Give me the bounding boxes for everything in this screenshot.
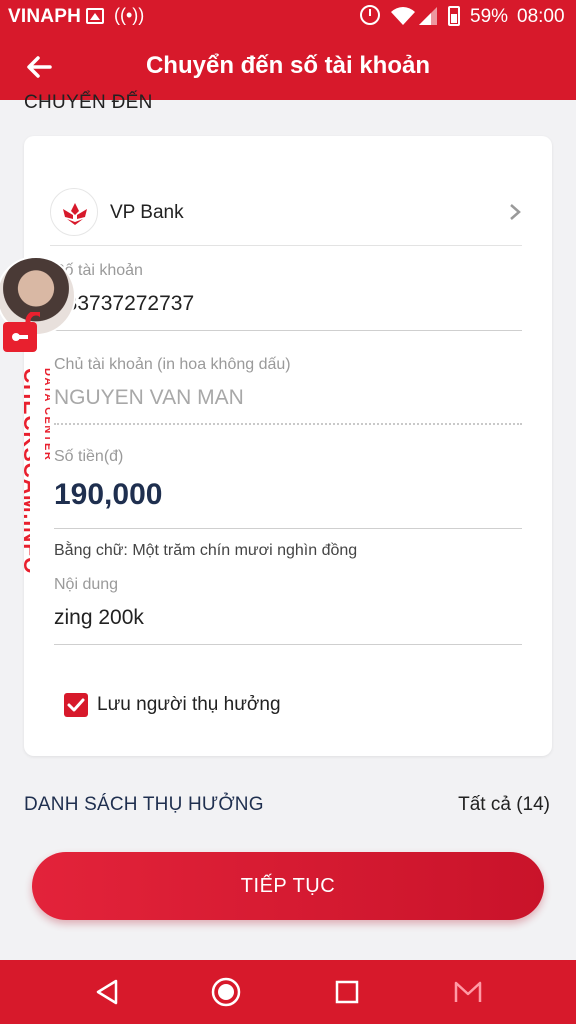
status-bar: VINAPH ((•)) 59% 08:00	[0, 0, 576, 34]
watermark-sub-text: DATA CENTER	[42, 368, 50, 461]
signal-icon	[419, 7, 437, 25]
field-underline	[54, 644, 522, 645]
home-circle-icon[interactable]	[210, 976, 242, 1008]
transfer-content-label: Nội dung	[54, 576, 119, 593]
field-underline	[54, 423, 522, 425]
amount-value: 190,000	[54, 478, 163, 511]
page-title: Chuyển đến số tài khoản	[145, 52, 431, 79]
account-number-field[interactable]: Số tài khoản 333737272737	[54, 262, 522, 332]
amount-in-words: Bằng chữ: Một trăm chín mươi nghìn đồng	[54, 542, 358, 559]
beneficiary-list-all-link[interactable]: Tất cả (14)	[458, 794, 550, 816]
field-underline	[54, 528, 522, 529]
continue-button[interactable]: TIẾP TỤC	[32, 852, 544, 920]
save-beneficiary-label: Lưu người thụ hưởng	[97, 694, 281, 715]
lock-icon	[3, 312, 40, 352]
transfer-content-field[interactable]: Nội dung zing 200k	[54, 576, 522, 646]
battery-percent: 59%	[470, 6, 509, 27]
account-owner-value: NGUYEN VAN MAN	[54, 386, 244, 409]
svg-text:CHECKSCAM.INFO: CHECKSCAM.INFO	[19, 368, 30, 575]
gmail-icon[interactable]	[452, 976, 484, 1008]
svg-text:DATA CENTER: DATA CENTER	[42, 368, 50, 461]
app-bar: Chuyển đến số tài khoản	[0, 34, 576, 100]
alarm-icon	[360, 5, 380, 25]
watermark-main-text: CHECKSCAM.INFO	[19, 368, 30, 575]
check-icon	[67, 698, 85, 712]
bank-name: VP Bank	[110, 202, 184, 223]
field-underline	[54, 330, 522, 331]
wifi-icon	[391, 7, 415, 25]
account-number-label: Số tài khoản	[54, 262, 143, 279]
carrier-name: VINAPH	[8, 6, 81, 27]
battery-icon	[448, 6, 460, 26]
section-label: CHUYỂN ĐẾN	[24, 92, 153, 113]
account-owner-label: Chủ tài khoản (in hoa không dấu)	[54, 356, 291, 373]
gallery-notification-icon	[86, 8, 104, 24]
back-triangle-icon[interactable]	[92, 976, 124, 1008]
navigation-bar	[0, 960, 576, 1024]
clock: 08:00	[517, 6, 565, 27]
transfer-content-value: zing 200k	[54, 606, 144, 629]
amount-label: Số tiền(đ)	[54, 448, 124, 465]
transfer-form-card: VP Bank Số tài khoản 333737272737 Chủ tà…	[24, 136, 552, 756]
save-beneficiary-checkbox[interactable]	[64, 693, 88, 717]
account-number-value: 333737272737	[54, 292, 195, 315]
vpbank-logo-icon	[50, 188, 98, 236]
account-owner-field: Chủ tài khoản (in hoa không dấu) NGUYEN …	[54, 356, 522, 426]
hotspot-icon: ((•))	[114, 5, 145, 25]
amount-field[interactable]: Số tiền(đ) 190,000	[54, 448, 522, 530]
recents-square-icon[interactable]	[331, 976, 363, 1008]
bank-selector[interactable]: VP Bank	[50, 188, 522, 246]
chevron-right-icon	[510, 204, 521, 220]
beneficiary-list-label: DANH SÁCH THỤ HƯỞNG	[24, 794, 264, 815]
